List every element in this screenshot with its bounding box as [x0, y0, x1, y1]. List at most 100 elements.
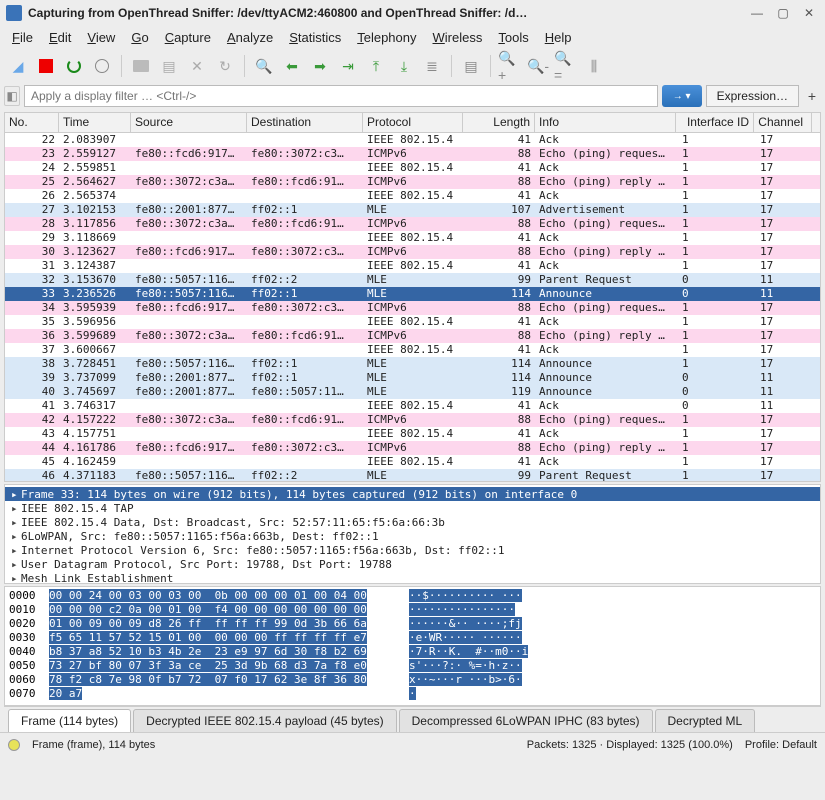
hex-row[interactable]: 006078 f2 c8 7e 98 0f b7 72 07 f0 17 62 … [9, 673, 816, 687]
colorize-button[interactable]: ▤ [459, 54, 483, 78]
col-header-destination[interactable]: Destination [247, 113, 363, 132]
menu-view[interactable]: View [79, 28, 123, 47]
packet-row[interactable]: 373.600667IEEE 802.15.441Ack117 [5, 343, 820, 357]
menu-tools[interactable]: Tools [490, 28, 536, 47]
menubar: FileEditViewGoCaptureAnalyzeStatisticsTe… [0, 25, 825, 50]
col-header-protocol[interactable]: Protocol [363, 113, 463, 132]
col-header-info[interactable]: Info [535, 113, 676, 132]
hex-row[interactable]: 005073 27 bf 80 07 3f 3a ce 25 3d 9b 68 … [9, 659, 816, 673]
menu-capture[interactable]: Capture [157, 28, 219, 47]
menu-wireless[interactable]: Wireless [425, 28, 491, 47]
packet-row[interactable]: 283.117856fe80::3072:c3a…fe80::fcd6:91…I… [5, 217, 820, 231]
expert-info-led[interactable] [8, 739, 20, 751]
menu-file[interactable]: File [4, 28, 41, 47]
zoom-reset-button[interactable]: 🔍= [554, 54, 578, 78]
display-filter-input[interactable] [24, 85, 658, 107]
packet-row[interactable]: 444.161786fe80::fcd6:917…fe80::3072:c3…I… [5, 441, 820, 455]
packet-details[interactable]: ▸Frame 33: 114 bytes on wire (912 bits),… [4, 484, 821, 584]
packet-row[interactable]: 353.596956IEEE 802.15.441Ack117 [5, 315, 820, 329]
packet-row[interactable]: 424.157222fe80::3072:c3a…fe80::fcd6:91…I… [5, 413, 820, 427]
hex-row[interactable]: 0030f5 65 11 57 52 15 01 00 00 00 00 ff … [9, 631, 816, 645]
hex-row[interactable]: 0040b8 37 a8 52 10 b3 4b 2e 23 e9 97 6d … [9, 645, 816, 659]
menu-edit[interactable]: Edit [41, 28, 79, 47]
menu-analyze[interactable]: Analyze [219, 28, 281, 47]
hex-row[interactable]: 001000 00 00 c2 0a 00 01 00 f4 00 00 00 … [9, 603, 816, 617]
go-last-button[interactable]: ⤓ [392, 54, 416, 78]
packet-row[interactable]: 313.124387IEEE 802.15.441Ack117 [5, 259, 820, 273]
packet-row[interactable]: 363.599689fe80::3072:c3a…fe80::fcd6:91…I… [5, 329, 820, 343]
save-file-button[interactable]: ▤ [157, 54, 181, 78]
detail-row[interactable]: ▸User Datagram Protocol, Src Port: 19788… [5, 557, 820, 571]
menu-statistics[interactable]: Statistics [281, 28, 349, 47]
packet-row[interactable]: 333.236526fe80::5057:116…ff02::1MLE114An… [5, 287, 820, 301]
packet-row[interactable]: 454.162459IEEE 802.15.441Ack117 [5, 455, 820, 469]
packet-row[interactable]: 464.371183fe80::5057:116…ff02::2MLE99Par… [5, 469, 820, 481]
autoscroll-button[interactable]: ≣ [420, 54, 444, 78]
menu-help[interactable]: Help [537, 28, 580, 47]
packet-row[interactable]: 303.123627fe80::fcd6:917…fe80::3072:c3…I… [5, 245, 820, 259]
find-button[interactable]: 🔍 [252, 54, 276, 78]
detail-row[interactable]: ▸Frame 33: 114 bytes on wire (912 bits),… [5, 487, 820, 501]
resize-columns-button[interactable]: ⫼ [582, 54, 606, 78]
col-header-channel[interactable]: Channel [754, 113, 812, 132]
status-profile[interactable]: Profile: Default [745, 739, 817, 751]
packet-row[interactable]: 262.565374IEEE 802.15.441Ack117 [5, 189, 820, 203]
expression-button[interactable]: Expression… [706, 85, 799, 107]
go-forward-button[interactable]: ➡ [308, 54, 332, 78]
open-file-button[interactable] [129, 54, 153, 78]
col-header-time[interactable]: Time [59, 113, 131, 132]
packet-row[interactable]: 293.118669IEEE 802.15.441Ack117 [5, 231, 820, 245]
packet-row[interactable]: 242.559851IEEE 802.15.441Ack117 [5, 161, 820, 175]
packet-list: No. Time Source Destination Protocol Len… [4, 112, 821, 482]
reload-button[interactable]: ↻ [213, 54, 237, 78]
packet-row[interactable]: 273.102153fe80::2001:877…ff02::1MLE107Ad… [5, 203, 820, 217]
zoom-in-button[interactable]: 🔍+ [498, 54, 522, 78]
bytes-tab[interactable]: Frame (114 bytes) [8, 709, 131, 732]
hex-row[interactable]: 007020 a7· [9, 687, 816, 701]
detail-row[interactable]: ▸Mesh Link Establishment [5, 571, 820, 584]
packet-row[interactable]: 323.153670fe80::5057:116…ff02::2MLE99Par… [5, 273, 820, 287]
menu-go[interactable]: Go [123, 28, 156, 47]
minimize-button[interactable]: — [747, 3, 767, 23]
toolbar: ◢ ▤ ✕ ↻ 🔍 ⬅ ➡ ⇥ ⤒ ⤓ ≣ ▤ 🔍+ 🔍- 🔍= ⫼ [0, 50, 825, 82]
col-header-source[interactable]: Source [131, 113, 247, 132]
bytes-tab[interactable]: Decrypted ML [655, 709, 756, 732]
menu-telephony[interactable]: Telephony [349, 28, 424, 47]
detail-row[interactable]: ▸Internet Protocol Version 6, Src: fe80:… [5, 543, 820, 557]
packet-row[interactable]: 403.745697fe80::2001:877…fe80::5057:11…M… [5, 385, 820, 399]
go-back-button[interactable]: ⬅ [280, 54, 304, 78]
capture-options-button[interactable] [90, 54, 114, 78]
bytes-tab[interactable]: Decrypted IEEE 802.15.4 payload (45 byte… [133, 709, 396, 732]
apply-filter-button[interactable]: → ▾ [662, 85, 702, 107]
packet-list-body[interactable]: 222.083907IEEE 802.15.441Ack117232.55912… [5, 133, 820, 481]
bookmark-icon[interactable]: ◧ [4, 86, 20, 106]
detail-row[interactable]: ▸IEEE 802.15.4 TAP [5, 501, 820, 515]
packet-row[interactable]: 232.559127fe80::fcd6:917…fe80::3072:c3…I… [5, 147, 820, 161]
packet-row[interactable]: 252.564627fe80::3072:c3a…fe80::fcd6:91…I… [5, 175, 820, 189]
col-header-length[interactable]: Length [463, 113, 535, 132]
close-file-button[interactable]: ✕ [185, 54, 209, 78]
packet-row[interactable]: 434.157751IEEE 802.15.441Ack117 [5, 427, 820, 441]
packet-row[interactable]: 222.083907IEEE 802.15.441Ack117 [5, 133, 820, 147]
maximize-button[interactable]: ▢ [773, 3, 793, 23]
start-capture-button[interactable]: ◢ [6, 54, 30, 78]
hex-dump[interactable]: 000000 00 24 00 03 00 03 00 0b 00 00 00 … [4, 586, 821, 706]
packet-row[interactable]: 343.595939fe80::fcd6:917…fe80::3072:c3…I… [5, 301, 820, 315]
add-filter-button[interactable]: + [803, 85, 821, 107]
detail-row[interactable]: ▸6LoWPAN, Src: fe80::5057:1165:f56a:663b… [5, 529, 820, 543]
bytes-tab[interactable]: Decompressed 6LoWPAN IPHC (83 bytes) [399, 709, 653, 732]
hex-row[interactable]: 000000 00 24 00 03 00 03 00 0b 00 00 00 … [9, 589, 816, 603]
hex-row[interactable]: 002001 00 09 00 09 d8 26 ff ff ff ff 99 … [9, 617, 816, 631]
jump-to-button[interactable]: ⇥ [336, 54, 360, 78]
packet-row[interactable]: 413.746317IEEE 802.15.441Ack011 [5, 399, 820, 413]
restart-capture-button[interactable] [62, 54, 86, 78]
packet-row[interactable]: 393.737099fe80::2001:877…ff02::1MLE114An… [5, 371, 820, 385]
col-header-no[interactable]: No. [5, 113, 59, 132]
col-header-interface[interactable]: Interface ID [676, 113, 754, 132]
packet-row[interactable]: 383.728451fe80::5057:116…ff02::1MLE114An… [5, 357, 820, 371]
detail-row[interactable]: ▸IEEE 802.15.4 Data, Dst: Broadcast, Src… [5, 515, 820, 529]
zoom-out-button[interactable]: 🔍- [526, 54, 550, 78]
stop-capture-button[interactable] [34, 54, 58, 78]
go-first-button[interactable]: ⤒ [364, 54, 388, 78]
close-button[interactable]: ✕ [799, 3, 819, 23]
